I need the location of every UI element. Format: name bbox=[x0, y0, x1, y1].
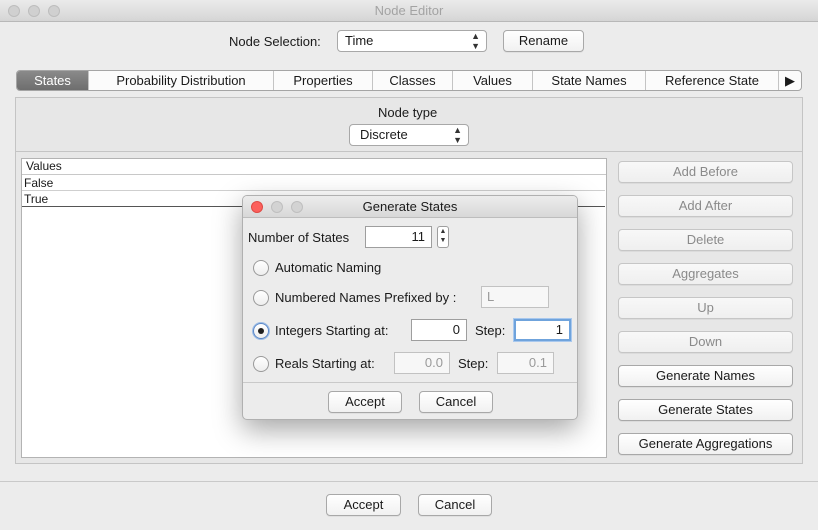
numbered-names-label: Numbered Names Prefixed by : bbox=[275, 290, 457, 305]
dialog-title: Generate States bbox=[362, 199, 458, 214]
dialog-close-icon[interactable] bbox=[251, 201, 263, 213]
tab-values[interactable]: Values bbox=[453, 71, 533, 90]
integers-step-field[interactable]: 1 bbox=[514, 319, 571, 341]
automatic-naming-label: Automatic Naming bbox=[275, 260, 382, 275]
generate-states-button[interactable]: Generate States bbox=[618, 399, 793, 421]
cancel-button[interactable]: Cancel bbox=[418, 494, 492, 516]
states-list-header: Values bbox=[22, 159, 606, 175]
up-button[interactable]: Up bbox=[618, 297, 793, 319]
number-of-states-stepper[interactable]: ▲ ▼ bbox=[437, 226, 449, 248]
tab-bar: States Probability Distribution Properti… bbox=[16, 70, 802, 91]
automatic-naming-radio[interactable] bbox=[253, 260, 269, 276]
tab-classes[interactable]: Classes bbox=[373, 71, 453, 90]
node-selection-value: Time bbox=[345, 33, 374, 48]
footer-divider bbox=[0, 481, 818, 482]
node-type-section: Node type Discrete ▲ ▼ bbox=[15, 97, 803, 152]
integers-starting-label: Integers Starting at: bbox=[275, 323, 389, 338]
delete-button[interactable]: Delete bbox=[618, 229, 793, 251]
tab-probability-distribution[interactable]: Probability Distribution bbox=[89, 71, 274, 90]
node-editor-window: Node Editor Node Selection: Time ▲ ▼ Rena… bbox=[0, 0, 818, 530]
integers-starting-radio[interactable] bbox=[253, 323, 269, 339]
node-selection-select[interactable]: Time ▲ ▼ bbox=[337, 30, 487, 52]
down-button[interactable]: Down bbox=[618, 331, 793, 353]
node-type-label: Node type bbox=[378, 105, 438, 120]
dialog-minimize-icon[interactable] bbox=[271, 201, 283, 213]
accept-button[interactable]: Accept bbox=[326, 494, 401, 516]
dialog-titlebar[interactable]: Generate States bbox=[243, 196, 577, 218]
rename-button[interactable]: Rename bbox=[503, 30, 584, 52]
number-of-states-label: Number of States bbox=[248, 230, 350, 245]
integers-step-label: Step: bbox=[475, 323, 506, 338]
node-type-value: Discrete bbox=[360, 127, 408, 142]
add-before-button[interactable]: Add Before bbox=[618, 161, 793, 183]
reals-step-field[interactable]: 0.1 bbox=[497, 352, 554, 374]
tab-properties[interactable]: Properties bbox=[274, 71, 373, 90]
generate-names-button[interactable]: Generate Names bbox=[618, 365, 793, 387]
select-arrows-icon: ▲ ▼ bbox=[453, 125, 462, 145]
generate-aggregations-button[interactable]: Generate Aggregations bbox=[618, 433, 793, 455]
dialog-accept-button[interactable]: Accept bbox=[328, 391, 402, 413]
dialog-cancel-button[interactable]: Cancel bbox=[419, 391, 493, 413]
dialog-zoom-icon[interactable] bbox=[291, 201, 303, 213]
integers-start-field[interactable]: 0 bbox=[411, 319, 467, 341]
generate-states-dialog: Generate States Number of States 11 ▲ ▼ A… bbox=[242, 195, 578, 420]
add-after-button[interactable]: Add After bbox=[618, 195, 793, 217]
node-selection-label: Node Selection: bbox=[229, 34, 321, 49]
number-of-states-field[interactable]: 11 bbox=[365, 226, 432, 248]
window-zoom-icon[interactable] bbox=[48, 5, 60, 17]
reals-step-label: Step: bbox=[458, 356, 489, 371]
window-title: Node Editor bbox=[374, 3, 444, 18]
window-titlebar[interactable]: Node Editor bbox=[0, 0, 818, 22]
node-type-select[interactable]: Discrete ▲ ▼ bbox=[349, 124, 469, 146]
prefix-field[interactable]: L bbox=[481, 286, 549, 308]
numbered-names-radio[interactable] bbox=[253, 290, 269, 306]
select-arrows-icon: ▲ ▼ bbox=[471, 31, 480, 51]
reals-starting-label: Reals Starting at: bbox=[275, 356, 375, 371]
tab-scroll-right-icon[interactable]: ▶ bbox=[779, 71, 801, 90]
reals-start-field[interactable]: 0.0 bbox=[394, 352, 450, 374]
window-minimize-icon[interactable] bbox=[28, 5, 40, 17]
dialog-divider bbox=[243, 382, 577, 383]
tab-state-names[interactable]: State Names bbox=[533, 71, 646, 90]
tab-states[interactable]: States bbox=[17, 71, 89, 90]
list-item[interactable]: False bbox=[22, 175, 605, 191]
window-close-icon[interactable] bbox=[8, 5, 20, 17]
aggregates-button[interactable]: Aggregates bbox=[618, 263, 793, 285]
tab-reference-state[interactable]: Reference State bbox=[646, 71, 779, 90]
reals-starting-radio[interactable] bbox=[253, 356, 269, 372]
